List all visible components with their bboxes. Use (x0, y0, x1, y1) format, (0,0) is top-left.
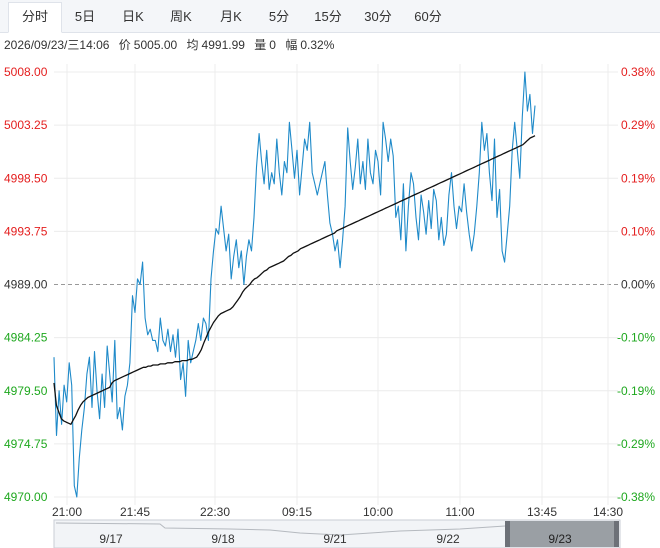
navigator-date: 9/22 (436, 532, 460, 546)
quote-datetime: 2026/09/23/三14:06 (4, 38, 110, 52)
y-tick-left: 4970.00 (4, 490, 48, 504)
y-tick-left: 4984.25 (4, 331, 48, 345)
volume-label: 量 (254, 38, 267, 52)
price-label: 价 (118, 38, 131, 52)
y-tick-left: 4974.75 (4, 437, 48, 451)
y-tick-right: -0.29% (617, 437, 655, 451)
tab-1[interactable]: 5日 (64, 3, 106, 31)
navigator-date: 9/17 (99, 532, 123, 546)
tab-7[interactable]: 30分 (356, 3, 400, 31)
x-tick: 21:45 (120, 505, 150, 519)
y-tick-left: 5003.25 (4, 118, 48, 132)
y-tick-left: 5008.00 (4, 65, 48, 79)
tab-0[interactable]: 分时 (8, 2, 62, 33)
price-line (53, 71, 536, 498)
avg-value: 4991.99 (201, 38, 245, 52)
navigator-handle-left (505, 521, 510, 547)
y-tick-right: -0.19% (617, 384, 655, 398)
volume-value: 0 (269, 38, 276, 52)
tab-3[interactable]: 周K (160, 3, 202, 31)
tab-4[interactable]: 月K (210, 3, 252, 31)
x-tick: 09:15 (282, 505, 312, 519)
y-tick-left: 4979.50 (4, 384, 48, 398)
navigator-trend (55, 522, 506, 536)
y-tick-right: 0.19% (621, 171, 655, 185)
navigator-date: 9/23 (548, 532, 572, 546)
navigator-window (509, 521, 615, 547)
y-tick-right: 0.10% (621, 224, 655, 238)
x-tick: 11:00 (445, 505, 474, 519)
y-tick-right: -0.38% (617, 490, 655, 504)
quote-info-bar: 2026/09/23/三14:06 价 5005.00 均 4991.99 量0 幅… (4, 36, 340, 54)
tab-2[interactable]: 日K (112, 3, 154, 31)
tab-6[interactable]: 15分 (306, 3, 350, 31)
y-tick-right: 0.38% (621, 65, 655, 79)
period-tabbar: 分时 5日 日K 周K 月K 5分 15分 30分 60分 (0, 0, 660, 33)
navigator-date: 9/21 (323, 532, 347, 546)
range-value: 0.32% (300, 38, 335, 52)
navigator-track (53, 519, 621, 548)
avg-label: 均 (186, 38, 199, 52)
navigator-handle-right (614, 521, 619, 547)
y-tick-left: 4993.75 (4, 224, 48, 238)
x-tick: 10:00 (363, 505, 393, 519)
x-tick: 13:45 (527, 505, 557, 519)
tab-5[interactable]: 5分 (258, 3, 300, 31)
navigator-date: 9/18 (211, 532, 235, 546)
intraday-chart[interactable]: 5008.00 0.38% 5003.25 0.29% 4998.50 0.19% 4993… (0, 0, 660, 548)
price-value: 5005.00 (133, 38, 178, 52)
x-tick: 22:30 (200, 505, 230, 519)
tab-8[interactable]: 60分 (406, 3, 450, 31)
y-tick-right: 0.00% (621, 278, 655, 292)
y-tick-left: 4989.00 (4, 278, 48, 292)
avg-price-line (53, 135, 536, 425)
range-label: 幅 (285, 38, 298, 52)
x-tick: 14:30 (593, 505, 623, 519)
y-tick-right: 0.29% (621, 118, 655, 132)
y-tick-right: -0.10% (617, 331, 655, 345)
x-tick: 21:00 (52, 505, 82, 519)
y-tick-left: 4998.50 (4, 171, 48, 185)
